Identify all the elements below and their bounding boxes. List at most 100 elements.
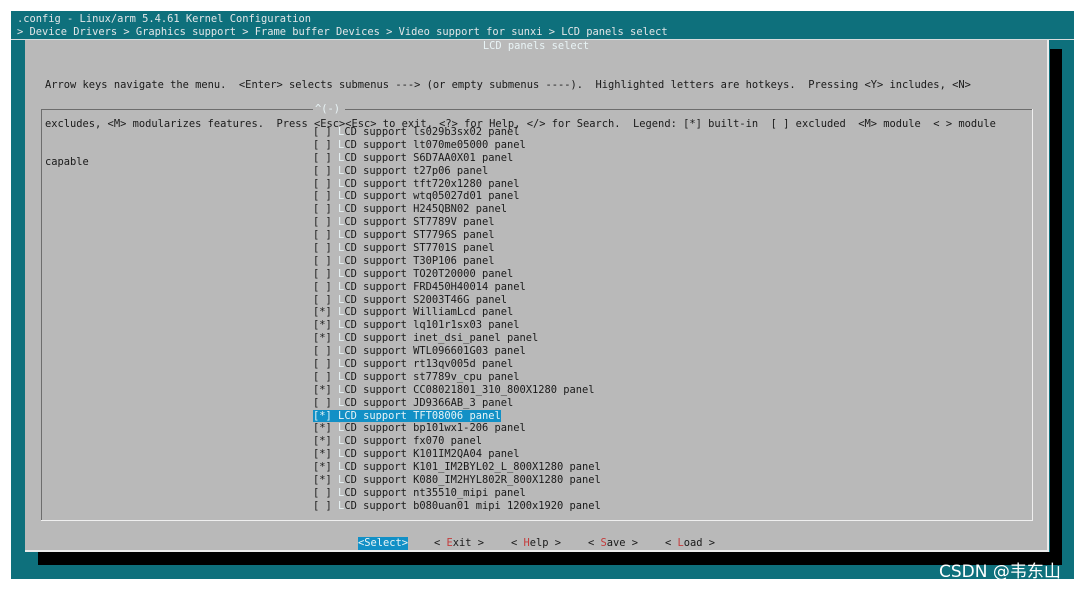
item-label: JD9366AB_3 panel [413,396,514,409]
menu-item[interactable]: [ ] LCD support T30P106 panel [313,255,733,268]
item-label: ST7789V panel [413,216,495,229]
item-label: lq101r1sx03 panel [413,319,520,332]
menu-item[interactable]: [ ] LCD support H245QBN02 panel [313,203,733,216]
scroll-up-indicator[interactable]: ^(-) [315,103,340,116]
menu-item[interactable]: [ ] LCD support FRD450H40014 panel [313,281,733,294]
item-checkbox[interactable]: [*] [313,384,332,396]
menu-item[interactable]: [*] LCD support WilliamLcd panel [313,306,733,319]
item-checkbox[interactable]: [*] [313,410,332,422]
item-label: inet_dsi_panel panel [413,332,539,345]
menu-item[interactable]: [ ] LCD support ST7796S panel [313,229,733,242]
item-prefix: CD support [344,370,414,383]
item-checkbox[interactable]: [ ] [313,139,332,151]
item-checkbox[interactable]: [ ] [313,203,332,215]
menu-item[interactable]: [ ] LCD support wtq05027d01 panel [313,190,733,203]
item-checkbox[interactable]: [ ] [313,281,332,293]
item-checkbox[interactable]: [*] [313,461,332,473]
item-checkbox[interactable]: [ ] [313,358,332,370]
breadcrumb: > Device Drivers > Graphics support > Fr… [17,26,668,38]
item-checkbox[interactable]: [ ] [313,371,332,383]
menu-item[interactable]: [*] LCD support K080_IM2HYL802R_800X1280… [313,474,733,487]
menu-item[interactable]: [ ] LCD support rt13qv005d panel [313,358,733,371]
item-checkbox[interactable]: [ ] [313,190,332,202]
item-prefix: CD support [344,280,414,293]
menu-box-border [41,109,42,520]
item-checkbox[interactable]: [*] [313,332,332,344]
item-checkbox[interactable]: [ ] [313,500,332,512]
menu-item[interactable]: [ ] LCD support ST7701S panel [313,242,733,255]
item-prefix: CD support [344,409,414,422]
item-prefix: CD support [344,319,414,332]
window-title: .config - Linux/arm 5.4.61 Kernel Config… [17,13,312,25]
menu-item[interactable]: [ ] LCD support S2003T46G panel [313,294,733,307]
item-checkbox[interactable]: [ ] [313,178,332,190]
help-button[interactable]: < Help > [511,537,561,550]
menu-item-selected[interactable]: [*] LCD support TFT08006 panel [313,409,501,423]
item-label: nt35510_mipi panel [413,486,526,499]
dialog-shadow-right [1050,49,1062,565]
menu-item[interactable]: [*] LCD support K101IM2QA04 panel [313,448,733,461]
item-prefix: CD support [344,267,414,280]
menu-item[interactable]: [ ] LCD support WTL096601G03 panel [313,345,733,358]
save-button[interactable]: < Save > [588,537,638,550]
menu-item[interactable]: [*] LCD support bp101wx1-206 panel [313,422,733,435]
item-prefix: CD support [344,422,414,435]
item-checkbox[interactable]: [ ] [313,216,332,228]
item-label: S6D7AA0X01 panel [413,151,514,164]
item-checkbox[interactable]: [ ] [313,268,332,280]
menu-item[interactable]: [*] LCD support inet_dsi_panel panel [313,332,733,345]
item-label: T30P106 panel [413,254,495,267]
item-prefix: CD support [344,293,414,306]
menu-item[interactable]: [*] LCD support K101_IM2BYL02_L_800X1280… [313,461,733,474]
item-checkbox[interactable]: [ ] [313,294,332,306]
load-button[interactable]: < Load > [665,537,715,550]
menu-list: [ ] LCD support ls029b3sx02 panel[ ] LCD… [313,126,733,513]
item-prefix: CD support [344,345,414,358]
item-checkbox[interactable]: [ ] [313,255,332,267]
item-checkbox[interactable]: [ ] [313,229,332,241]
menu-item[interactable]: [*] LCD support lq101r1sx03 panel [313,319,733,332]
menu-item[interactable]: [ ] LCD support t27p06 panel [313,165,733,178]
item-checkbox[interactable]: [*] [313,319,332,331]
item-checkbox[interactable]: [*] [313,422,332,434]
menu-item[interactable]: [ ] LCD support JD9366AB_3 panel [313,397,733,410]
item-prefix: CD support [344,435,414,448]
item-checkbox[interactable]: [ ] [313,165,332,177]
menu-item[interactable]: [*] LCD support CC08021801_310_800X1280 … [313,384,733,397]
item-label: K101_IM2BYL02_L_800X1280 panel [413,461,601,474]
menu-item[interactable]: [ ] LCD support TO20T20000 panel [313,268,733,281]
menu-item[interactable]: [*] LCD support fx070 panel [313,435,733,448]
item-checkbox[interactable]: [ ] [313,345,332,357]
item-prefix: CD support [344,358,414,371]
menu-item[interactable]: [ ] LCD support b080uan01 mipi 1200x1920… [313,500,733,513]
item-label: fx070 panel [413,435,482,448]
button-label: xit > [452,537,485,549]
menu-item[interactable]: [ ] LCD support nt35510_mipi panel [313,487,733,500]
menu-item[interactable]: [ ] LCD support lt070me05000 panel [313,139,733,152]
item-prefix: CD support [344,190,414,203]
menu-item[interactable]: [ ] LCD support S6D7AA0X01 panel [313,152,733,165]
menu-item[interactable]: [ ] LCD support st7789v_cpu panel [313,371,733,384]
watermark: CSDN @韦东山 [939,562,1061,582]
item-checkbox[interactable]: [*] [313,474,332,486]
item-label: rt13qv005d panel [413,358,514,371]
item-prefix: CD support [344,216,414,229]
item-prefix: CD support [344,499,414,512]
item-checkbox[interactable]: [ ] [313,152,332,164]
item-checkbox[interactable]: [ ] [313,242,332,254]
item-checkbox[interactable]: [*] [313,306,332,318]
item-label: bp101wx1-206 panel [413,422,526,435]
button-label: ave > [606,537,639,549]
item-checkbox[interactable]: [ ] [313,126,332,138]
item-label: WilliamLcd panel [413,306,514,319]
item-checkbox[interactable]: [ ] [313,487,332,499]
select-button[interactable]: <Select> [358,537,409,550]
item-checkbox[interactable]: [*] [313,435,332,447]
menu-item[interactable]: [ ] LCD support ST7789V panel [313,216,733,229]
menu-item[interactable]: [ ] LCD support ls029b3sx02 panel [313,126,733,139]
exit-button[interactable]: < Exit > [434,537,484,550]
item-checkbox[interactable]: [ ] [313,397,332,409]
terminal-window: .config - Linux/arm 5.4.61 Kernel Config… [11,11,1074,579]
item-checkbox[interactable]: [*] [313,448,332,460]
menu-item[interactable]: [ ] LCD support tft720x1280 panel [313,178,733,191]
